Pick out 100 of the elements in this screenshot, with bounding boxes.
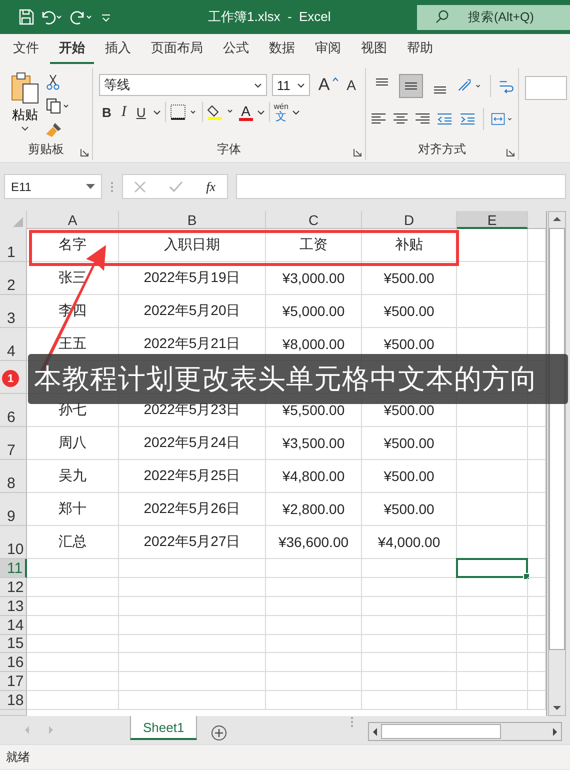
empty-cell: [457, 229, 528, 262]
check-icon[interactable]: [169, 180, 184, 192]
search-input[interactable]: 搜索(Alt+Q): [466, 9, 570, 25]
ribbon-tab[interactable]: 视图: [352, 34, 396, 64]
ribbon-tab[interactable]: 页面布局: [142, 34, 212, 64]
ribbon-tab[interactable]: 数据: [260, 34, 304, 64]
table-cell: 汇总: [27, 526, 119, 559]
insert-function-button[interactable]: fx: [206, 178, 216, 194]
font-name-field[interactable]: 等线: [99, 74, 267, 96]
caret-icon: [21, 126, 29, 131]
horizontal-scrollbar[interactable]: [368, 722, 562, 741]
row-header[interactable]: 10: [0, 526, 27, 559]
table-cell: 2022年5月20日: [119, 295, 266, 328]
row-header[interactable]: 9: [0, 493, 27, 526]
row-header[interactable]: 3: [0, 295, 27, 328]
table-cell: ¥3,000.00: [266, 262, 362, 295]
row-header[interactable]: 13: [0, 596, 27, 616]
column-header[interactable]: E: [457, 211, 528, 229]
table-cell: ¥500.00: [362, 427, 457, 460]
increase-indent-icon[interactable]: [458, 111, 476, 127]
search-bar[interactable]: 搜索(Alt+Q): [417, 4, 570, 30]
empty-cell: [528, 691, 546, 710]
sheet-tab[interactable]: Sheet1: [130, 716, 198, 740]
ribbon-tab[interactable]: 审阅: [306, 34, 350, 64]
undo-icon[interactable]: [40, 9, 64, 25]
paste-button[interactable]: 粘贴: [10, 72, 40, 141]
more-icon: [110, 180, 114, 192]
vertical-align-button[interactable]: [399, 74, 423, 98]
italic-button[interactable]: I: [118, 104, 130, 120]
column-header[interactable]: D: [362, 211, 457, 229]
active-cell[interactable]: [457, 559, 528, 578]
row-header[interactable]: 17: [0, 672, 27, 692]
name-box[interactable]: E11: [4, 174, 102, 199]
table-cell: ¥500.00: [362, 460, 457, 493]
dialog-launcher-icon[interactable]: [80, 148, 89, 157]
number-format-field[interactable]: [525, 76, 567, 100]
ribbon-tab[interactable]: 帮助: [398, 34, 442, 64]
row-header[interactable]: 18: [0, 691, 27, 710]
shrink-font-button[interactable]: A: [344, 77, 360, 93]
formula-field[interactable]: [236, 174, 566, 199]
grow-font-button[interactable]: A: [315, 75, 333, 95]
table-cell: 工资: [266, 229, 362, 262]
brush-icon[interactable]: [46, 122, 62, 138]
vertical-scrollbar[interactable]: [548, 211, 566, 716]
empty-cell: [528, 493, 546, 526]
table-cell: 吴九: [27, 460, 119, 493]
empty-cell: [528, 295, 546, 328]
search-icon: [435, 9, 450, 25]
table-cell: ¥36,600.00: [266, 526, 362, 559]
row-header[interactable]: 8: [0, 460, 27, 493]
merge-center-icon[interactable]: [490, 111, 514, 127]
row-header[interactable]: 7: [0, 427, 27, 460]
save-icon[interactable]: [18, 9, 34, 25]
border-icon[interactable]: [170, 104, 198, 120]
row-header[interactable]: 4: [0, 328, 27, 361]
scroll-thumb[interactable]: [381, 724, 501, 739]
ribbon-tab[interactable]: 文件: [4, 34, 48, 64]
group-label: 字体: [216, 141, 242, 158]
row-header[interactable]: 11: [0, 559, 27, 578]
row-header[interactable]: 14: [0, 616, 27, 635]
empty-cell: [528, 262, 546, 295]
empty-cell: [528, 672, 546, 692]
empty-cell: [457, 596, 528, 616]
column-header[interactable]: B: [119, 211, 266, 229]
empty-cell: [528, 460, 546, 493]
row-header[interactable]: 6: [0, 394, 27, 427]
lines-icon: [404, 82, 418, 90]
table-cell: 2022年5月27日: [119, 526, 266, 559]
caret-icon: [254, 82, 262, 88]
empty-cell: [457, 295, 528, 328]
scissors-icon[interactable]: [46, 74, 60, 90]
caret-icon[interactable]: [256, 110, 265, 114]
phonetic-guide-button[interactable]: wén 文: [274, 102, 288, 122]
caret-icon[interactable]: [152, 110, 161, 114]
table-cell: 周八: [27, 427, 119, 460]
dialog-launcher-icon[interactable]: [353, 148, 362, 157]
row-header[interactable]: 12: [0, 578, 27, 597]
font-color-button[interactable]: A: [238, 104, 253, 120]
table-cell: 郑十: [27, 493, 119, 526]
dialog-launcher-icon[interactable]: [506, 148, 515, 157]
more-icon: [350, 716, 354, 728]
bold-button[interactable]: B: [99, 104, 114, 120]
empty-cell: [457, 460, 528, 493]
row-header[interactable]: 1: [0, 229, 27, 262]
fill-color-icon[interactable]: [206, 103, 235, 121]
redo-icon[interactable]: [70, 9, 94, 25]
add-sheet-icon[interactable]: [211, 725, 228, 741]
empty-cell: [528, 596, 546, 616]
column-header[interactable]: A: [27, 211, 119, 229]
ribbon-tab[interactable]: 公式: [214, 34, 258, 64]
font-size-field[interactable]: 11: [272, 74, 310, 96]
decrease-indent-icon[interactable]: [436, 111, 454, 127]
underline-button[interactable]: U: [133, 104, 149, 120]
ribbon-tab[interactable]: 插入: [96, 34, 140, 64]
row-header[interactable]: 16: [0, 653, 27, 672]
copy-icon[interactable]: [46, 98, 70, 114]
row-header[interactable]: 15: [0, 634, 27, 654]
row-header[interactable]: 2: [0, 262, 27, 295]
column-header[interactable]: C: [266, 211, 362, 229]
caret-icon[interactable]: [292, 110, 300, 114]
